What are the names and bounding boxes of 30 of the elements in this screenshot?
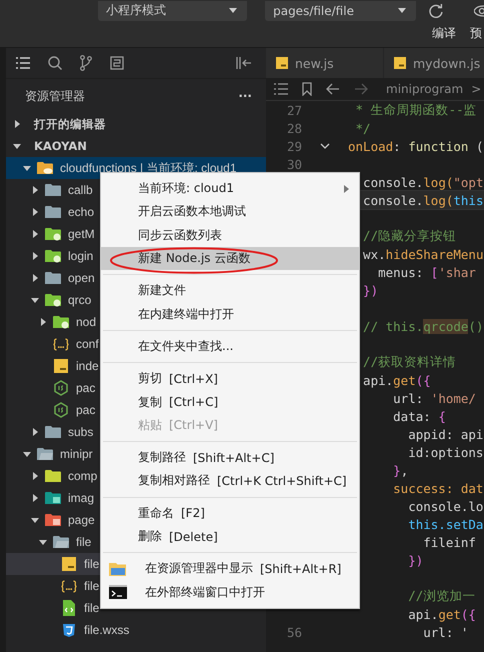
- code-line: console.log(this: [362, 192, 484, 208]
- code-line: api.get({: [407, 606, 476, 622]
- line-number: 29: [286, 138, 302, 154]
- code-line: }): [362, 282, 378, 298]
- code-line: id:options: [407, 444, 484, 460]
- line-number: 30: [286, 156, 302, 172]
- code-line: //隐藏分享按钮: [362, 228, 456, 244]
- code-line: appid: api: [407, 426, 484, 442]
- code-line: console.lo: [407, 498, 484, 514]
- code-line: menus: ['shar: [377, 264, 476, 280]
- code-line: onLoad: function (: [348, 138, 484, 154]
- code-line: this.setDa: [407, 516, 484, 532]
- code-line: api.get({: [362, 372, 431, 388]
- code-line: * 生命周期函数--监: [354, 102, 477, 118]
- code-line: url: 'home/: [392, 390, 476, 406]
- code-line: //浏览加一: [407, 588, 476, 604]
- code-line: success: dat: [392, 480, 484, 496]
- code-line: wx.hideShareMenu: [362, 246, 484, 262]
- line-number: 56: [286, 624, 302, 640]
- code-line: console.log("opt: [362, 174, 484, 190]
- line-number: 27: [286, 102, 302, 118]
- code-line: fileinf: [422, 534, 476, 550]
- code-line: data: {: [392, 408, 446, 424]
- code-line: //获取资料详情: [362, 354, 456, 370]
- code-line: */: [354, 120, 371, 136]
- code-line: },: [392, 462, 408, 478]
- code-line: }): [407, 552, 424, 568]
- line-number: 28: [286, 120, 302, 136]
- code-line: url: ': [422, 624, 468, 640]
- panel-title: 资源管理器: [25, 88, 85, 104]
